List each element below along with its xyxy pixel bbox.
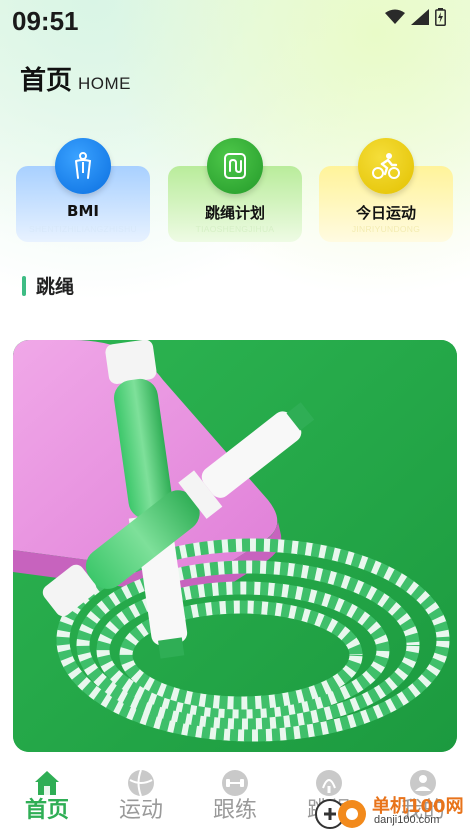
page-title-sub: HOME (78, 74, 132, 93)
watermark-url: danji100.com (374, 814, 440, 826)
status-bar: 09:51 (0, 0, 470, 44)
section-header: 跳绳 (22, 272, 74, 299)
status-time: 09:51 (12, 6, 79, 36)
wifi-icon (385, 9, 405, 24)
jump-plan-card-title: 跳绳计划 (204, 204, 265, 222)
jump-plan-card-pinyin: TIAOSHENGJIHUA (195, 224, 275, 234)
section-accent-bar (22, 275, 26, 296)
battery-icon (435, 8, 446, 26)
signal-icon (411, 9, 429, 25)
cyclist-icon (358, 138, 414, 194)
tab-sport-label: 运动 (118, 798, 163, 823)
watermark: 单机100网 danji100.com (314, 792, 464, 832)
bmi-card-title: BMI (67, 202, 99, 220)
tab-follow[interactable]: 跟练 (188, 758, 282, 836)
section-title: 跳绳 (36, 276, 75, 298)
tab-follow-label: 跟练 (212, 798, 257, 823)
bmi-card[interactable]: BMI SHENTIZHILIANGZHISHU (16, 138, 150, 242)
tab-sport[interactable]: 运动 (94, 758, 188, 836)
jump-plan-card[interactable]: 跳绳计划 TIAOSHENGJIHUA (168, 138, 302, 242)
tab-home-label: 首页 (24, 798, 69, 823)
bmi-card-pinyin: SHENTIZHILIANGZHISHU (28, 224, 137, 234)
today-sport-card-title: 今日运动 (355, 204, 416, 222)
jump-plan-icon (207, 138, 263, 194)
page-title-main: 首页 (20, 66, 73, 96)
jump-rope-banner[interactable] (13, 340, 457, 752)
body-icon (55, 138, 111, 194)
today-sport-card[interactable]: 今日运动 JINRIYUNDONG (319, 138, 453, 242)
status-icons (385, 8, 446, 26)
today-sport-card-pinyin: JINRIYUNDONG (351, 224, 421, 234)
tab-home[interactable]: 首页 (0, 758, 94, 836)
jump-rope-product-image (13, 340, 457, 752)
page-title: 首页 HOME (20, 60, 131, 97)
